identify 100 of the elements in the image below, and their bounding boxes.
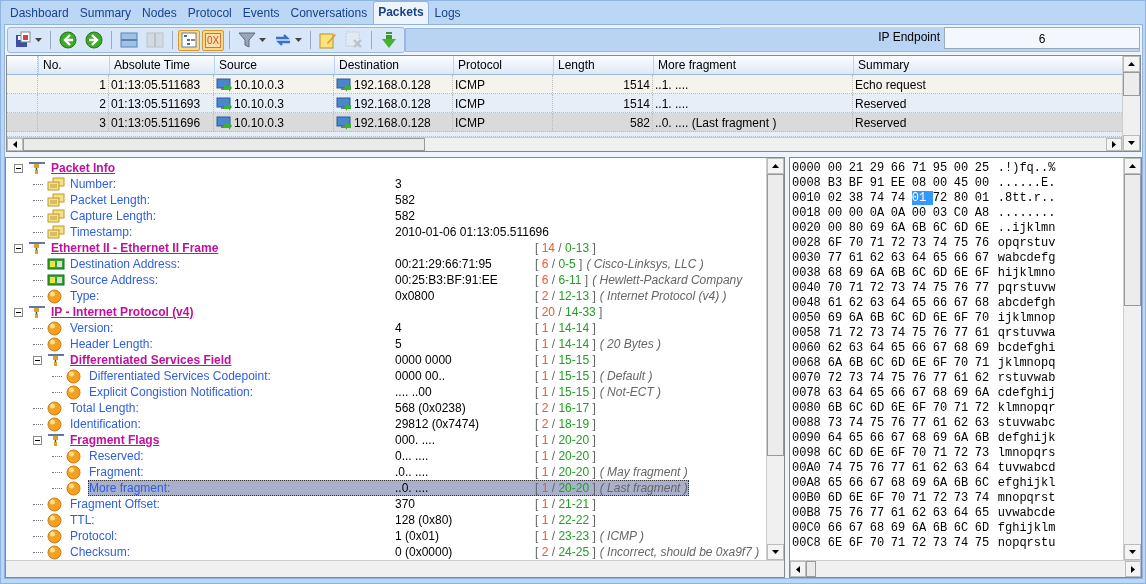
hex-byte[interactable]: 63: [890, 250, 912, 265]
hex-byte[interactable]: 6B: [953, 475, 975, 490]
hex-byte[interactable]: 63: [932, 505, 954, 520]
tab[interactable]: Nodes: [137, 2, 182, 24]
scroll-up-button[interactable]: [1123, 56, 1140, 72]
hex-byte[interactable]: 6D: [848, 445, 870, 460]
column-header[interactable]: Absolute Time: [109, 56, 214, 74]
hex-byte[interactable]: 6A: [953, 430, 975, 445]
hex-byte[interactable]: 62: [974, 370, 996, 385]
hex-byte[interactable]: B3: [827, 175, 849, 190]
hex-view-button[interactable]: 0X: [202, 29, 225, 51]
collapse-toggle-icon[interactable]: [33, 435, 42, 445]
hex-byte[interactable]: 95: [932, 160, 954, 175]
hex-byte[interactable]: 68: [932, 385, 954, 400]
hex-byte[interactable]: 80: [953, 190, 975, 205]
hex-byte[interactable]: 63: [974, 415, 996, 430]
hex-byte[interactable]: 00: [911, 205, 933, 220]
tree-row[interactable]: Type: 0x0800 [ 2 / 12-13 ] ( Internet Protocol (v4) ): [69, 288, 728, 304]
collapse-toggle-icon[interactable]: [14, 243, 23, 253]
hex-byte[interactable]: 76: [974, 235, 996, 250]
hex-byte[interactable]: 74: [953, 535, 975, 550]
hex-byte[interactable]: 6F: [953, 310, 975, 325]
hex-byte[interactable]: 91: [869, 175, 891, 190]
hex-byte[interactable]: 76: [911, 370, 933, 385]
hex-byte[interactable]: 67: [848, 520, 870, 535]
hex-byte[interactable]: 6C: [911, 265, 933, 280]
hex-byte[interactable]: 69: [911, 475, 933, 490]
scrollbar-thumb[interactable]: [1124, 174, 1141, 306]
hex-byte[interactable]: 6E: [827, 535, 849, 550]
hex-byte[interactable]: 6C: [890, 310, 912, 325]
hex-byte[interactable]: 77: [869, 505, 891, 520]
tree-row[interactable]: Identification: 29812 (0x7474) [ 2 / 18-19 ]: [69, 416, 597, 432]
hex-byte[interactable]: 00: [974, 175, 996, 190]
hex-byte[interactable]: 65: [827, 475, 849, 490]
column-header[interactable]: Source: [214, 56, 334, 74]
tree-row[interactable]: Fragment: .0.. .... [ 1 / 20-20 ] ( May fragment ): [88, 464, 689, 480]
hex-byte[interactable]: 61: [953, 370, 975, 385]
hex-byte[interactable]: 70: [932, 400, 954, 415]
tree-row[interactable]: Timestamp: 2010-01-06 01:13:05.511696: [69, 224, 550, 240]
hex-byte[interactable]: 66: [911, 340, 933, 355]
hex-byte[interactable]: 66: [869, 430, 891, 445]
hex-byte[interactable]: EE: [890, 175, 912, 190]
hex-byte[interactable]: 03: [932, 205, 954, 220]
packet-row[interactable]: 2 01:13:05.511693 10.10.0.3 192.168.0.128 ICMP 1514 ..1. .... Reserved: [7, 94, 1122, 113]
hex-byte[interactable]: 6B: [932, 520, 954, 535]
hex-byte[interactable]: 71: [932, 445, 954, 460]
column-header[interactable]: More fragment: [653, 56, 853, 74]
hex-byte[interactable]: 6E: [848, 490, 870, 505]
hex-byte[interactable]: 72: [911, 535, 933, 550]
tree-row[interactable]: Reserved: 0... .... [ 1 / 20-20 ]: [88, 448, 597, 464]
hex-byte[interactable]: 73: [848, 370, 870, 385]
hex-byte[interactable]: 08: [911, 175, 933, 190]
hex-byte[interactable]: 6F: [974, 265, 996, 280]
hex-byte[interactable]: 70: [890, 490, 912, 505]
hex-byte[interactable]: 75: [848, 460, 870, 475]
hex-byte[interactable]: 62: [848, 295, 870, 310]
hex-byte[interactable]: 6E: [974, 220, 996, 235]
hex-byte[interactable]: 74: [890, 325, 912, 340]
hex-byte[interactable]: 6C: [974, 475, 996, 490]
tab[interactable]: Events: [237, 2, 285, 24]
hex-byte[interactable]: 00: [827, 220, 849, 235]
scrollbar-thumb[interactable]: [1123, 72, 1140, 96]
hex-byte[interactable]: 6A: [869, 265, 891, 280]
hex-byte[interactable]: 62: [953, 415, 975, 430]
hex-byte[interactable]: 00: [827, 205, 849, 220]
tree-row[interactable]: Capture Length: 582: [69, 208, 536, 224]
hex-byte[interactable]: 71: [848, 280, 870, 295]
hex-byte[interactable]: 75: [869, 415, 891, 430]
hex-byte[interactable]: 75: [953, 235, 975, 250]
hex-byte[interactable]: 74: [869, 190, 891, 205]
hex-byte[interactable]: 6A: [848, 310, 870, 325]
scroll-down-button[interactable]: [767, 544, 784, 560]
hex-byte[interactable]: 6F: [932, 355, 954, 370]
hex-byte[interactable]: 72: [848, 325, 870, 340]
hex-byte[interactable]: 71: [911, 490, 933, 505]
hex-byte[interactable]: 73: [890, 280, 912, 295]
hex-byte[interactable]: 0A: [890, 205, 912, 220]
hex-byte[interactable]: 63: [869, 295, 891, 310]
hex-byte[interactable]: 61: [848, 250, 870, 265]
hex-byte[interactable]: 69: [974, 340, 996, 355]
hex-byte[interactable]: 76: [848, 505, 870, 520]
hex-byte[interactable]: 72: [932, 490, 954, 505]
hex-byte[interactable]: 6E: [890, 400, 912, 415]
tree-row[interactable]: Packet Info: [50, 160, 536, 176]
tab[interactable]: Conversations: [285, 2, 373, 24]
hex-byte[interactable]: 6B: [848, 355, 870, 370]
hex-byte[interactable]: 73: [869, 325, 891, 340]
scroll-down-button[interactable]: [1123, 135, 1140, 151]
hex-byte[interactable]: 75: [932, 280, 954, 295]
hex-byte[interactable]: 6B: [974, 430, 996, 445]
hex-byte[interactable]: 76: [932, 325, 954, 340]
column-header[interactable]: Destination: [334, 56, 453, 74]
hex-byte[interactable]: 6B: [869, 310, 891, 325]
hex-byte[interactable]: 65: [890, 340, 912, 355]
hex-byte[interactable]: 01: [974, 190, 996, 205]
toolbar-button[interactable]: [56, 29, 80, 51]
column-header[interactable]: Length: [553, 56, 653, 74]
hex-byte[interactable]: 67: [869, 475, 891, 490]
hex-byte[interactable]: 02: [827, 190, 849, 205]
scroll-right-button[interactable]: [1125, 561, 1141, 577]
